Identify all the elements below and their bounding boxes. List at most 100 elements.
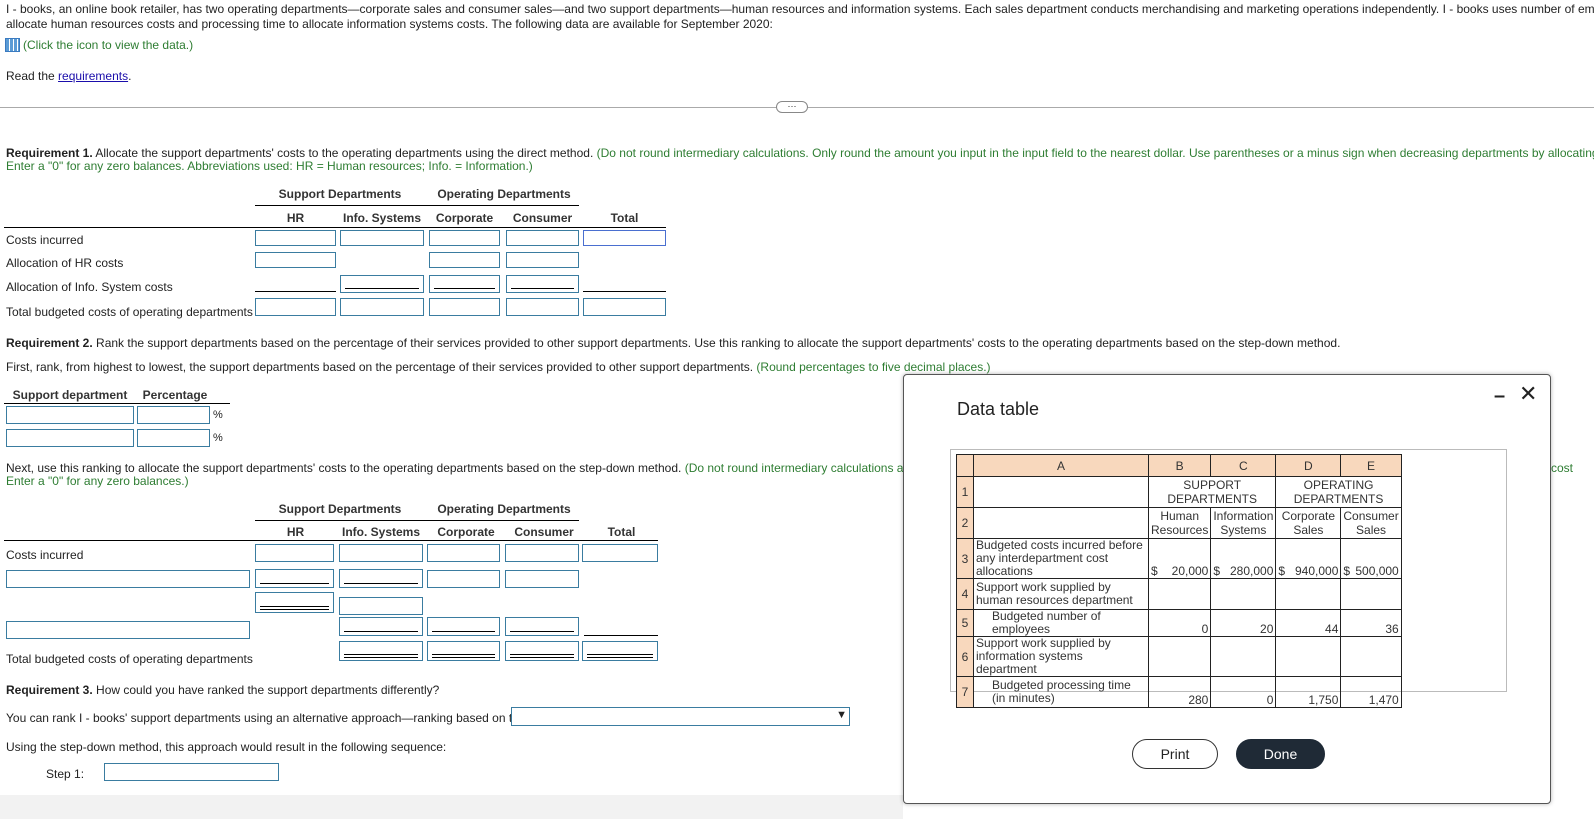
r1-costs-info[interactable] [340,230,424,246]
row-number: 1 [956,476,974,508]
r1-total-total[interactable] [583,298,666,316]
r2-row2-corp[interactable] [427,570,500,588]
col-hr: HR [286,211,305,225]
req1-hint: (Do not round intermediary calculations.… [593,146,1594,160]
footer-bar [0,795,903,819]
rank1-department[interactable] [6,406,134,424]
value-cell: 280 [1147,676,1212,708]
table-row: 6 Support work supplied by information sy… [956,636,1402,677]
operating-header: Operating Departments [437,502,571,516]
col-total: Total [607,525,636,539]
value-cell [1275,578,1342,610]
value: 500,000 [1355,564,1399,578]
intro-line1: I - books, an online book retailer, has … [6,2,1594,16]
r1-hr-alloc-hr[interactable] [255,252,336,268]
req3-seq: Using the step-down method, this approac… [6,740,447,754]
r2-row2-cons[interactable] [505,570,579,588]
req3-body: How could you have ranked the support de… [92,683,440,697]
req1-body: Allocate the support departments' costs … [92,146,594,160]
currency: $ [1278,564,1286,578]
r2-row4-cons[interactable] [505,617,579,636]
r2-row2-hr[interactable] [255,569,334,588]
col-corporate: Corporate [437,525,495,539]
table-icon[interactable] [5,38,20,52]
r2-row2-label-input[interactable] [6,570,250,588]
r1-total-info[interactable] [340,298,424,316]
close-icon[interactable]: ✕ [1519,381,1537,407]
r1-costs-hr[interactable] [255,230,336,246]
r1-info-alloc-corp[interactable] [429,275,500,293]
r2-row4-corp[interactable] [427,617,500,636]
done-button[interactable]: Done [1236,739,1325,769]
col-total: Total [610,211,639,225]
print-button[interactable]: Print [1132,739,1218,769]
r1-costs-cons[interactable] [506,230,579,246]
table-row: 4 Support work supplied by human resource… [956,578,1402,610]
col-E: E [1340,454,1402,477]
data-link-text[interactable]: (Click the icon to view the data.) [23,38,193,52]
data-link[interactable]: (Click the icon to view the data.) [5,38,193,52]
expand-icon[interactable]: ··· [776,101,808,113]
read-requirements: Read the requirements. [6,69,131,83]
r2-row4-info[interactable] [339,617,423,636]
header-rule [255,520,579,521]
col-info: Info. Systems [342,211,422,225]
value-cell [1340,636,1402,677]
header-rule [4,540,658,541]
value: 0 [1201,622,1209,636]
value-cell: 0 [1147,609,1212,637]
row-label: Budgeted costs incurred before any inter… [973,538,1149,579]
dropdown-arrow-icon[interactable]: ▼ [836,709,847,721]
r2-row2-info[interactable] [339,569,423,588]
currency: $ [1343,564,1351,578]
value-cell [1147,636,1212,677]
r2-total-info[interactable] [339,641,423,661]
r1-total-corp[interactable] [429,298,500,316]
r1-info-alloc-cons[interactable] [506,275,579,293]
r2-total-cons[interactable] [505,641,579,661]
r2-costs-total[interactable] [582,544,658,562]
value: 20 [1260,622,1274,636]
value-cell: 1,750 [1275,676,1342,708]
r2-costs-corp[interactable] [427,544,500,562]
r1-costs-total[interactable] [583,230,666,246]
req1-hint2: Enter a "0" for any zero balances. Abbre… [6,159,533,173]
r2-total-total[interactable] [582,641,658,661]
operating-header: Operating Departments [437,187,571,201]
rank2-department[interactable] [6,429,134,447]
value: 280,000 [1229,564,1274,578]
row-number: 3 [956,538,974,579]
r1-total-cons[interactable] [506,298,579,316]
operating-departments-header: OPERATING DEPARTMENTS [1275,476,1402,508]
r2-costs-cons[interactable] [505,544,579,562]
col-B: B [1147,454,1212,477]
r1-costs-corp[interactable] [429,230,500,246]
r2-row3-hr[interactable] [255,592,334,613]
r1-info-alloc-info[interactable] [340,275,424,293]
r1-hr-alloc-corp[interactable] [429,252,500,268]
currency: $ [1151,564,1158,578]
r2-total-corp[interactable] [427,641,500,661]
value: 20,000 [1171,564,1209,578]
requirements-link[interactable]: requirements [58,69,128,83]
ranking-basis-select[interactable]: ▼ [511,707,850,726]
col-consumer: Consumer [514,525,574,539]
value-cell [1275,636,1342,677]
req3-text: Requirement 3. How could you have ranked… [6,683,439,697]
r2-row3-info[interactable] [339,597,423,615]
step1-input[interactable] [104,763,279,781]
r1-hr-alloc-cons[interactable] [506,252,579,268]
r2-costs-hr[interactable] [255,544,334,562]
r2-costs-info[interactable] [339,544,423,562]
col-A: A [973,454,1149,477]
minimize-icon[interactable]: – [1494,385,1505,408]
req2-text: Requirement 2. Rank the support departme… [6,336,1340,350]
dialog-title: Data table [957,399,1040,419]
r2-row4-label-input[interactable] [6,621,250,639]
row-number: 4 [956,578,974,610]
rank2-percentage[interactable] [137,429,210,447]
row-label: Allocation of Info. System costs [6,280,173,294]
value-cell: 44 [1275,609,1342,637]
rank1-percentage[interactable] [137,406,210,424]
r1-total-hr[interactable] [255,298,336,316]
